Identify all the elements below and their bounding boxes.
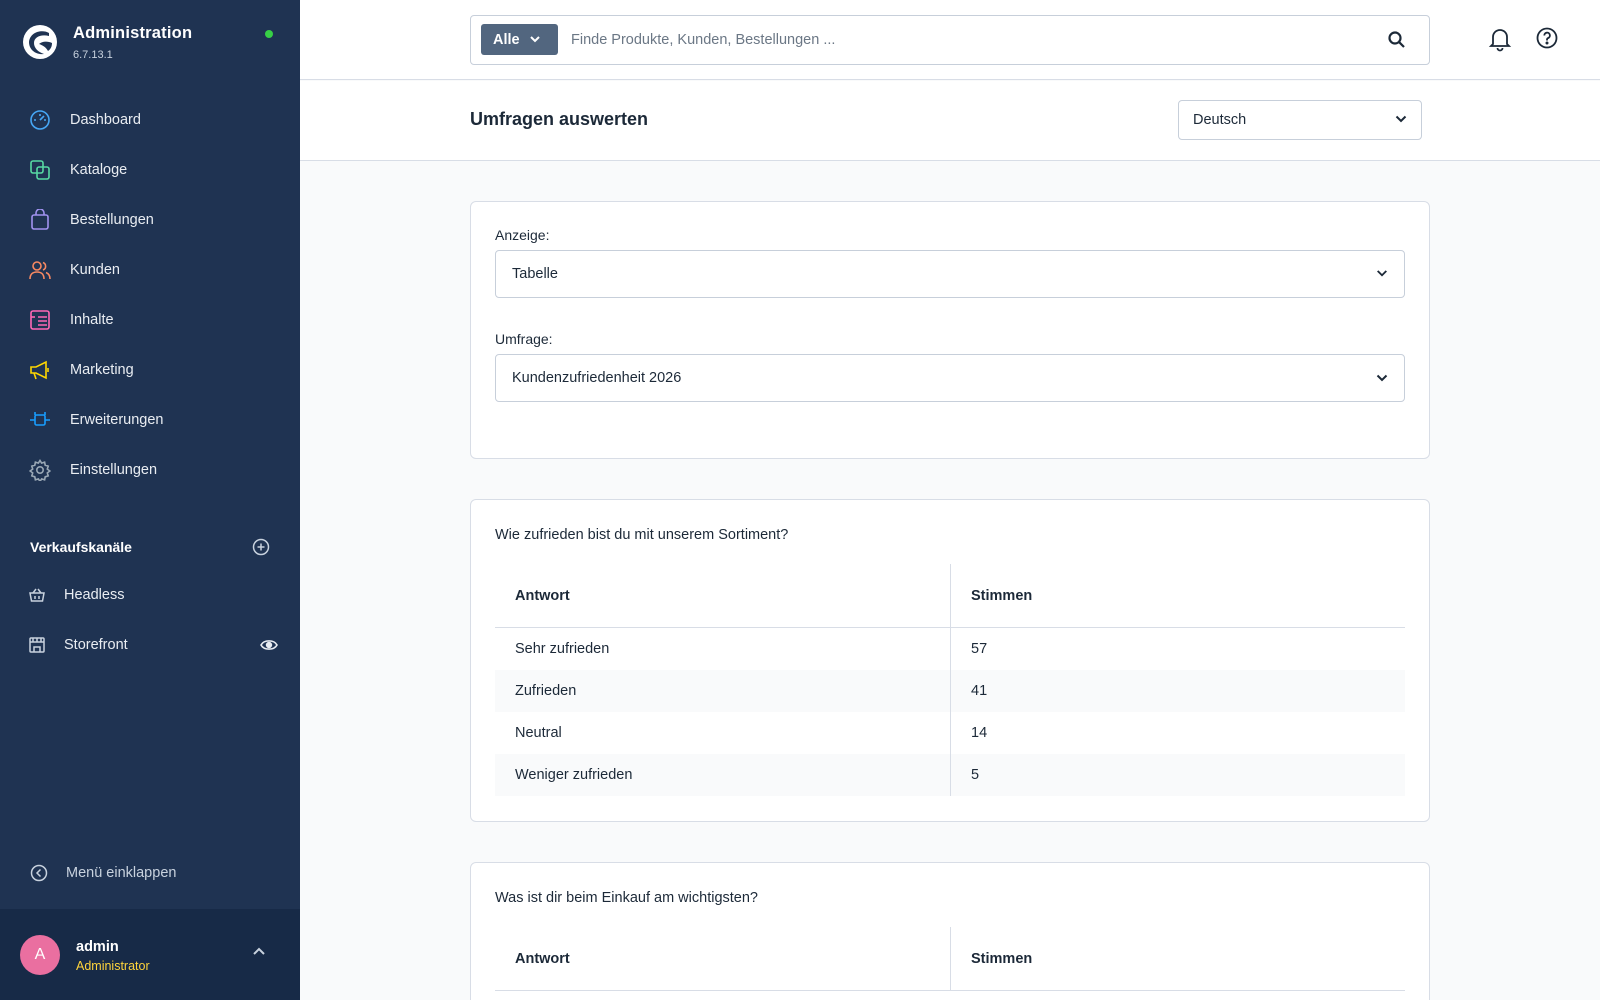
answer-cell: Weniger zufrieden bbox=[495, 754, 951, 796]
global-search: Alle bbox=[470, 15, 1430, 65]
language-select[interactable]: Deutsch bbox=[1178, 100, 1422, 140]
column-header-votes[interactable]: Stimmen bbox=[951, 564, 1405, 627]
survey-result-card: Was ist dir beim Einkauf am wichtigsten?… bbox=[470, 862, 1430, 1000]
search-input[interactable] bbox=[571, 26, 1361, 54]
app-version: 6.7.13.1 bbox=[73, 49, 113, 61]
app-title: Administration bbox=[73, 24, 193, 42]
column-header-votes[interactable]: Stimmen bbox=[951, 927, 1405, 990]
bell-icon[interactable] bbox=[1488, 26, 1512, 52]
chevron-down-icon bbox=[1377, 270, 1387, 277]
marketing-icon bbox=[28, 358, 52, 382]
table-row: Sehr zufrieden 57 bbox=[495, 628, 1405, 670]
sales-channel-label: Headless bbox=[64, 587, 125, 603]
shopware-logo-icon bbox=[23, 25, 57, 59]
votes-cell: 5 bbox=[971, 767, 980, 783]
nav-item-einstellungen[interactable]: Einstellungen bbox=[0, 445, 300, 495]
table-row: Zufrieden 41 bbox=[495, 670, 1405, 712]
chevron-down-icon bbox=[1376, 374, 1388, 382]
sales-channel-label: Storefront bbox=[64, 637, 128, 653]
sales-channels-title: Verkaufskanäle bbox=[30, 539, 132, 555]
eye-icon[interactable] bbox=[260, 638, 278, 652]
nav-item-erweiterungen[interactable]: Erweiterungen bbox=[0, 395, 300, 445]
nav-label-marketing: Marketing bbox=[70, 362, 134, 378]
nav-label-inhalte: Inhalte bbox=[70, 312, 114, 328]
votes-cell: 57 bbox=[971, 641, 988, 657]
storefront-icon bbox=[29, 637, 45, 653]
nav-label-kunden: Kunden bbox=[70, 262, 120, 278]
table-header: Antwort Stimmen bbox=[495, 927, 1405, 991]
main-nav: Dashboard Kataloge Bestellungen Kunden I… bbox=[0, 95, 300, 495]
question-text: Was ist dir beim Einkauf am wichtigsten? bbox=[495, 890, 758, 906]
content-icon bbox=[28, 308, 52, 332]
nav-label-einstellungen: Einstellungen bbox=[70, 462, 158, 478]
nav-item-kataloge[interactable]: Kataloge bbox=[0, 145, 300, 195]
nav-item-bestellungen[interactable]: Bestellungen bbox=[0, 195, 300, 245]
results-table: Antwort Stimmen bbox=[495, 927, 1405, 991]
column-header-answer[interactable]: Antwort bbox=[495, 927, 951, 990]
nav-item-marketing[interactable]: Marketing bbox=[0, 345, 300, 395]
survey-select[interactable]: Kundenzufriedenheit 2026 bbox=[495, 354, 1405, 402]
table-row: Weniger zufrieden 5 bbox=[495, 754, 1405, 796]
votes-cell: 41 bbox=[971, 683, 988, 699]
avatar[interactable]: A bbox=[20, 935, 60, 975]
nav-label-erweiterungen: Erweiterungen bbox=[70, 412, 164, 428]
sidebar: Administration 6.7.13.1 Dashboard Katalo… bbox=[0, 0, 300, 1000]
basket-icon bbox=[29, 588, 45, 602]
survey-result-card: Wie zufrieden bist du mit unserem Sortim… bbox=[470, 499, 1430, 822]
user-role: Administrator bbox=[76, 959, 150, 973]
column-header-answer[interactable]: Antwort bbox=[495, 564, 951, 627]
survey-label: Umfrage: bbox=[495, 331, 553, 347]
display-label: Anzeige: bbox=[495, 227, 550, 243]
search-type-dropdown[interactable]: Alle bbox=[481, 24, 558, 55]
top-bar: Alle bbox=[300, 0, 1600, 80]
answer-cell: Zufrieden bbox=[495, 670, 951, 712]
search-icon[interactable] bbox=[1387, 30, 1407, 50]
catalog-icon bbox=[28, 158, 52, 182]
answer-cell: Sehr zufrieden bbox=[495, 628, 951, 670]
customers-icon bbox=[28, 258, 52, 282]
user-name: admin bbox=[76, 939, 119, 955]
online-status-dot bbox=[265, 30, 273, 38]
help-icon[interactable] bbox=[1536, 27, 1558, 49]
nav-label-kataloge: Kataloge bbox=[70, 162, 128, 178]
brand[interactable]: Administration 6.7.13.1 bbox=[22, 24, 192, 61]
chevron-down-icon bbox=[1395, 115, 1407, 123]
chevron-down-icon bbox=[529, 36, 540, 43]
search-type-label: Alle bbox=[493, 31, 520, 48]
nav-item-dashboard[interactable]: Dashboard bbox=[0, 95, 300, 145]
table-header: Antwort Stimmen bbox=[495, 564, 1405, 628]
orders-icon bbox=[28, 208, 52, 232]
display-select[interactable]: Tabelle bbox=[495, 250, 1405, 298]
nav-item-kunden[interactable]: Kunden bbox=[0, 245, 300, 295]
user-panel: A admin Administrator bbox=[0, 909, 300, 1000]
nav-item-inhalte[interactable]: Inhalte bbox=[0, 295, 300, 345]
chevron-left-circle-icon bbox=[30, 864, 48, 882]
answer-cell: Neutral bbox=[495, 712, 951, 754]
votes-cell: 14 bbox=[971, 725, 988, 741]
page-header: Umfragen auswerten Deutsch bbox=[300, 81, 1600, 161]
settings-icon bbox=[28, 458, 52, 482]
add-sales-channel-icon[interactable] bbox=[252, 538, 270, 556]
nav-label-bestellungen: Bestellungen bbox=[70, 212, 154, 228]
results-table: Antwort Stimmen Sehr zufrieden 57 Zufrie… bbox=[495, 564, 1405, 796]
sales-channel-storefront[interactable]: Storefront bbox=[28, 633, 278, 657]
page-title: Umfragen auswerten bbox=[470, 109, 649, 129]
chevron-up-icon[interactable] bbox=[252, 946, 266, 956]
sales-channels-header: Verkaufskanäle bbox=[30, 538, 270, 556]
collapse-menu-button[interactable]: Menü einklappen bbox=[30, 864, 176, 882]
language-value: Deutsch bbox=[1193, 112, 1247, 128]
table-row: Neutral 14 bbox=[495, 712, 1405, 754]
survey-select-value: Kundenzufriedenheit 2026 bbox=[512, 370, 682, 386]
nav-label-dashboard: Dashboard bbox=[70, 112, 141, 128]
dashboard-icon bbox=[28, 108, 52, 132]
extensions-icon bbox=[28, 408, 52, 432]
display-select-value: Tabelle bbox=[512, 266, 558, 282]
collapse-menu-label: Menü einklappen bbox=[66, 865, 177, 881]
filter-card: Anzeige: Tabelle Umfrage: Kundenzufriede… bbox=[470, 201, 1430, 459]
question-text: Wie zufrieden bist du mit unserem Sortim… bbox=[495, 527, 789, 543]
sales-channel-headless[interactable]: Headless bbox=[28, 583, 278, 607]
